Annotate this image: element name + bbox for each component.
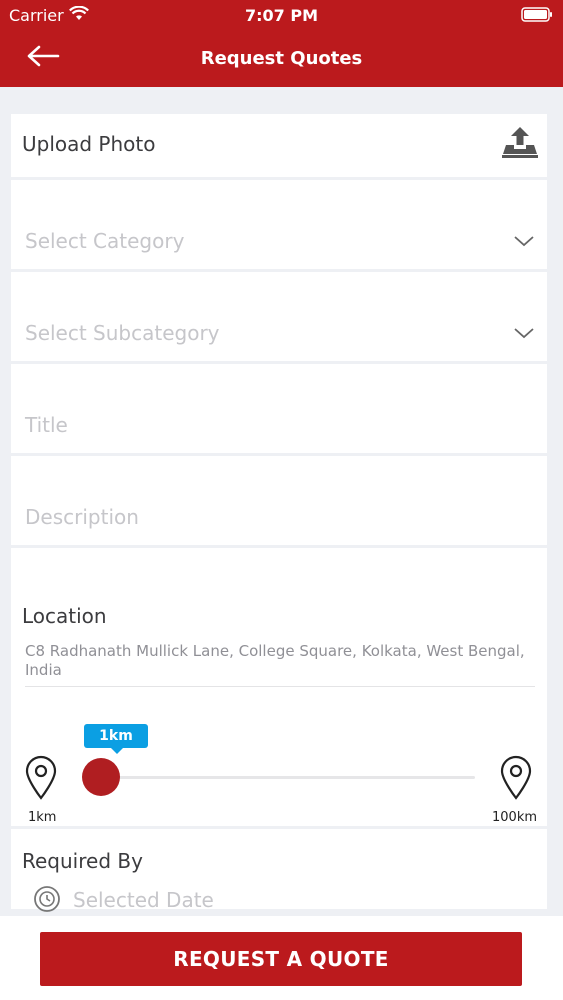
location-section: Location C8 Radhanath Mullick Lane, Coll…: [11, 548, 547, 826]
upload-icon[interactable]: [501, 125, 539, 159]
description-placeholder: Description: [25, 505, 139, 529]
required-by-section: Required By Selected Date: [11, 829, 547, 912]
calendar-icon[interactable]: [33, 885, 61, 913]
chevron-down-icon: [514, 236, 534, 247]
location-label: Location: [22, 604, 107, 628]
upload-photo-row[interactable]: Upload Photo: [11, 114, 547, 177]
title-placeholder: Title: [25, 413, 68, 437]
status-bar: Carrier 7:07 PM: [0, 0, 563, 30]
location-address[interactable]: C8 Radhanath Mullick Lane, College Squar…: [25, 642, 535, 687]
radius-value-tooltip: 1km: [84, 724, 148, 754]
header-bar: Carrier 7:07 PM Request Quotes: [0, 0, 563, 87]
radius-max-label: 100km: [492, 810, 538, 825]
required-by-label: Required By: [22, 849, 143, 873]
page-title: Request Quotes: [200, 48, 363, 69]
subcategory-select[interactable]: Select Subcategory: [11, 272, 547, 361]
title-field[interactable]: Title: [11, 364, 547, 453]
chevron-down-icon: [514, 328, 534, 339]
nav-bar: Request Quotes: [0, 38, 563, 78]
request-quote-button[interactable]: REQUEST A QUOTE: [40, 932, 522, 986]
clock: 7:07 PM: [244, 6, 318, 25]
upload-photo-label: Upload Photo: [22, 132, 156, 156]
bottom-action-bar: REQUEST A QUOTE: [0, 916, 563, 1000]
category-select[interactable]: Select Category: [11, 180, 547, 269]
date-picker-field[interactable]: Selected Date: [73, 888, 214, 912]
location-pin-icon: [25, 755, 57, 800]
location-pin-icon: [500, 755, 532, 800]
subcategory-placeholder: Select Subcategory: [25, 321, 220, 345]
description-field[interactable]: Description: [11, 456, 547, 545]
radius-min-label: 1km: [28, 810, 57, 825]
category-placeholder: Select Category: [25, 229, 185, 253]
battery-icon: [521, 7, 552, 22]
radius-slider-track[interactable]: [111, 776, 475, 779]
radius-slider-knob[interactable]: [82, 758, 120, 796]
